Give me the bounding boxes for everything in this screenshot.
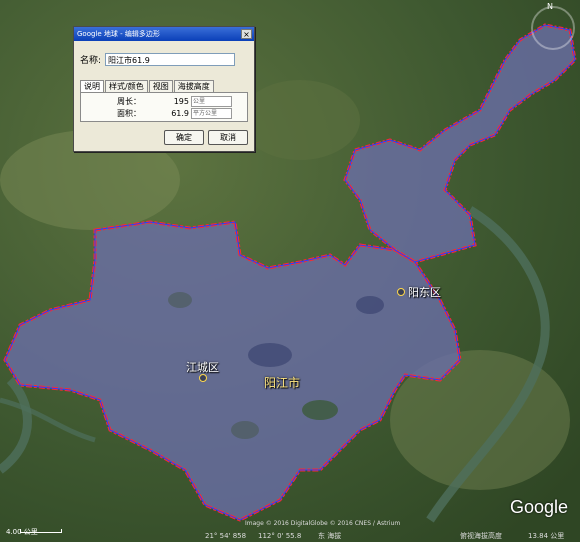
perimeter-row: 周长： 195 公里: [117, 96, 232, 107]
perimeter-value: 195: [173, 97, 189, 106]
name-input[interactable]: 阳江市61.9: [105, 53, 236, 66]
cancel-button[interactable]: 取消: [208, 130, 248, 145]
close-icon[interactable]: ×: [241, 29, 252, 39]
google-logo: Google: [510, 497, 569, 517]
place-label-jiangcheng: 江城区: [186, 361, 219, 374]
name-row: 名称: 阳江市61.9: [80, 53, 236, 66]
place-label-yangjiang: 阳江市: [264, 376, 301, 390]
edit-polygon-dialog: Google 地球 - 编辑多边形 × 名称: 阳江市61.9 说明 样式/颜色…: [73, 26, 255, 152]
eye-altitude-label: 俯视海拔高度: [460, 532, 502, 540]
elevation-readout: 东 海拔: [318, 532, 342, 540]
status-bar: 21° 54' 858 112° 0' 55.8 东 海拔 俯视海拔高度 13.…: [0, 530, 580, 542]
place-pin: [397, 288, 405, 296]
navigation-compass-icon[interactable]: [531, 6, 575, 50]
dialog-titlebar[interactable]: Google 地球 - 编辑多边形 ×: [74, 27, 254, 41]
park: [231, 421, 259, 439]
north-indicator: N: [547, 2, 553, 11]
imagery-copyright: Image © 2016 DigitalGlobe © 2016 CNES / …: [245, 520, 401, 527]
place-pin: [199, 374, 207, 382]
dialog-title: Google 地球 - 编辑多边形: [77, 30, 160, 38]
perimeter-unit-select[interactable]: 公里: [191, 96, 232, 107]
park: [168, 292, 192, 308]
area-label: 面积：: [117, 109, 141, 118]
ok-button[interactable]: 确定: [164, 130, 204, 145]
area-unit-select[interactable]: 平方公里: [191, 108, 232, 119]
area-value: 61.9: [171, 109, 189, 118]
lake: [248, 343, 292, 367]
longitude-readout: 112° 0' 55.8: [258, 532, 302, 540]
eye-altitude-value: 13.84 公里: [528, 532, 565, 540]
place-label-yangdong: 阳东区: [408, 286, 441, 299]
perimeter-label: 周长：: [117, 97, 141, 106]
lake: [356, 296, 384, 314]
area-row: 面积： 61.9 平方公里: [117, 108, 232, 119]
latitude-readout: 21° 54' 858: [205, 532, 247, 540]
farmland: [240, 80, 360, 160]
park: [302, 400, 338, 420]
measurement-panel: 周长： 195 公里 面积： 61.9 平方公里: [80, 92, 248, 122]
name-label: 名称:: [80, 56, 102, 66]
